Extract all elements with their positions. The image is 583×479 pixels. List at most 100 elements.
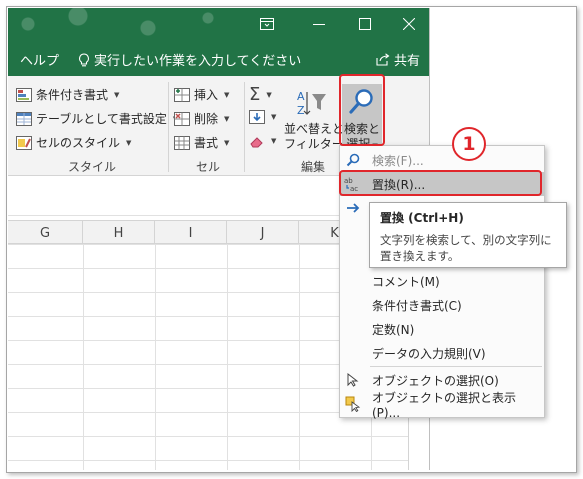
menu-item-data-validation[interactable]: データの入力規則(V): [340, 341, 544, 365]
title-bar-pattern: [8, 8, 248, 40]
grid-line: [299, 244, 300, 470]
chevron-down-icon: ▼: [114, 90, 120, 99]
fill-down-icon: [249, 110, 265, 124]
menu-item-comments-label: コメント(M): [372, 274, 440, 289]
menu-item-selection-pane-label: オブジェクトの選択と表示(P)...: [372, 390, 517, 420]
svg-text:A: A: [297, 90, 305, 103]
selection-pane-icon: [340, 396, 366, 412]
share-icon: [376, 53, 390, 66]
tell-me-search[interactable]: 実行したい作業を入力してください: [78, 50, 301, 69]
conditional-formatting-label: 条件付き書式: [36, 88, 109, 102]
minimize-icon: [313, 24, 325, 25]
clear-button[interactable]: ▼: [249, 134, 276, 148]
tab-bar: ヘルプ 実行したい作業を入力してください 共有: [8, 40, 429, 76]
format-cells-button[interactable]: 書式 ▼: [174, 134, 229, 151]
column-header-g[interactable]: G: [8, 221, 83, 245]
share-button[interactable]: 共有: [376, 50, 420, 69]
menu-item-conditional-formatting-label: 条件付き書式(C): [372, 298, 462, 313]
delete-cells-icon: [174, 111, 190, 126]
insert-cells-label: 挿入: [194, 88, 219, 102]
menu-item-comments[interactable]: コメント(M): [340, 269, 544, 293]
chevron-down-icon: ▼: [266, 90, 272, 99]
cells-group-label: セル: [196, 160, 221, 174]
format-cells-icon: [174, 135, 190, 150]
format-as-table-icon: [16, 111, 32, 126]
replace-icon: ab ac: [340, 176, 366, 192]
format-as-table-button[interactable]: テーブルとして書式設定 ▼: [16, 110, 178, 127]
column-header-i[interactable]: I: [155, 221, 227, 245]
group-separator: [244, 82, 245, 172]
menu-separator: [370, 366, 542, 367]
grid-line: [227, 244, 228, 470]
tooltip-title: 置換 (Ctrl+H): [380, 211, 464, 225]
menu-item-selection-pane[interactable]: オブジェクトの選択と表示(P)...: [340, 391, 544, 420]
title-bar: [8, 8, 429, 40]
find-select-label-line1: 検索と: [343, 122, 380, 136]
menu-item-conditional-formatting[interactable]: 条件付き書式(C): [340, 293, 544, 317]
arrow-right-icon: [340, 202, 366, 214]
maximize-button[interactable]: [342, 8, 388, 40]
autosum-button[interactable]: Σ ▼: [249, 84, 272, 105]
editing-group-label: 編集: [301, 160, 326, 174]
delete-cells-label: 削除: [194, 112, 219, 126]
chevron-down-icon: ▼: [271, 113, 277, 121]
column-header-h[interactable]: H: [83, 221, 155, 245]
tab-help[interactable]: ヘルプ: [20, 50, 59, 69]
close-icon: [403, 18, 415, 30]
chevron-down-icon: ▼: [126, 138, 132, 147]
chevron-down-icon: ▼: [224, 138, 230, 147]
replace-tooltip: 置換 (Ctrl+H) 文字列を検索して、別の文字列に置き換えます。: [369, 202, 567, 268]
lightbulb-icon: [79, 52, 89, 66]
menu-item-find-label: 検索(F)...: [372, 153, 424, 168]
tell-me-text: 実行したい作業を入力してください: [94, 54, 302, 69]
svg-text:Z: Z: [297, 104, 305, 117]
sort-filter-label-line2: フィルター▼: [284, 137, 351, 151]
svg-text:ab: ab: [344, 177, 353, 185]
minimize-button[interactable]: [296, 8, 342, 40]
conditional-formatting-button[interactable]: 条件付き書式 ▼: [16, 86, 119, 103]
menu-item-data-validation-label: データの入力規則(V): [372, 346, 486, 361]
menu-item-select-objects-label: オブジェクトの選択(O): [372, 373, 499, 388]
find-select-button[interactable]: 検索と 選択▼: [342, 84, 382, 154]
menu-item-constants-label: 定数(N): [372, 322, 415, 337]
group-separator: [168, 82, 169, 172]
format-cells-label: 書式: [194, 136, 219, 150]
fill-button[interactable]: ▼: [249, 110, 276, 124]
maximize-icon: [359, 18, 371, 30]
ribbon-display-icon: [260, 18, 274, 30]
search-icon: [340, 153, 366, 167]
screenshot-frame: ヘルプ 実行したい作業を入力してください 共有 条件付き書式 ▼ テーブルとして…: [0, 0, 583, 479]
magnifier-icon: [349, 89, 373, 114]
menu-item-find[interactable]: 検索(F)...: [340, 148, 544, 172]
svg-text:ac: ac: [350, 185, 358, 192]
step-number-badge: 1: [452, 127, 486, 161]
cell-styles-button[interactable]: セルのスタイル ▼: [16, 134, 131, 151]
delete-cells-button[interactable]: 削除 ▼: [174, 110, 229, 127]
tooltip-body: 文字列を検索して、別の文字列に置き換えます。: [380, 233, 552, 263]
styles-group-label: スタイル: [68, 160, 117, 174]
cell-styles-label: セルのスタイル: [36, 136, 121, 150]
chevron-down-icon: ▼: [224, 114, 230, 123]
menu-item-constants[interactable]: 定数(N): [340, 317, 544, 341]
column-header-j[interactable]: J: [227, 221, 299, 245]
close-button[interactable]: [386, 8, 429, 40]
chevron-down-icon: ▼: [224, 90, 230, 99]
chevron-down-icon: ▼: [271, 137, 277, 145]
ribbon-display-options-button[interactable]: [244, 8, 290, 40]
sigma-icon: Σ: [249, 84, 261, 105]
sort-filter-button[interactable]: A Z 並べ替えと フィルター▼: [284, 84, 351, 154]
eraser-icon: [250, 137, 263, 148]
share-label: 共有: [393, 54, 420, 69]
insert-cells-icon: [174, 87, 190, 102]
sort-filter-label-line1: 並べ替えと: [284, 122, 345, 136]
menu-item-replace[interactable]: ab ac 置換(R)...: [340, 172, 544, 196]
conditional-formatting-icon: [16, 87, 32, 102]
cursor-icon: [340, 373, 366, 387]
insert-cells-button[interactable]: 挿入 ▼: [174, 86, 229, 103]
menu-item-replace-label: 置換(R)...: [372, 177, 426, 192]
find-select-menu: 検索(F)... ab ac 置換(R)... コメント(M) 条件付き書式(C…: [339, 145, 545, 420]
sort-filter-icon: A Z: [297, 90, 326, 117]
format-as-table-label: テーブルとして書式設定: [36, 112, 167, 126]
grid-line: [155, 244, 156, 470]
cell-styles-icon: [16, 135, 32, 150]
